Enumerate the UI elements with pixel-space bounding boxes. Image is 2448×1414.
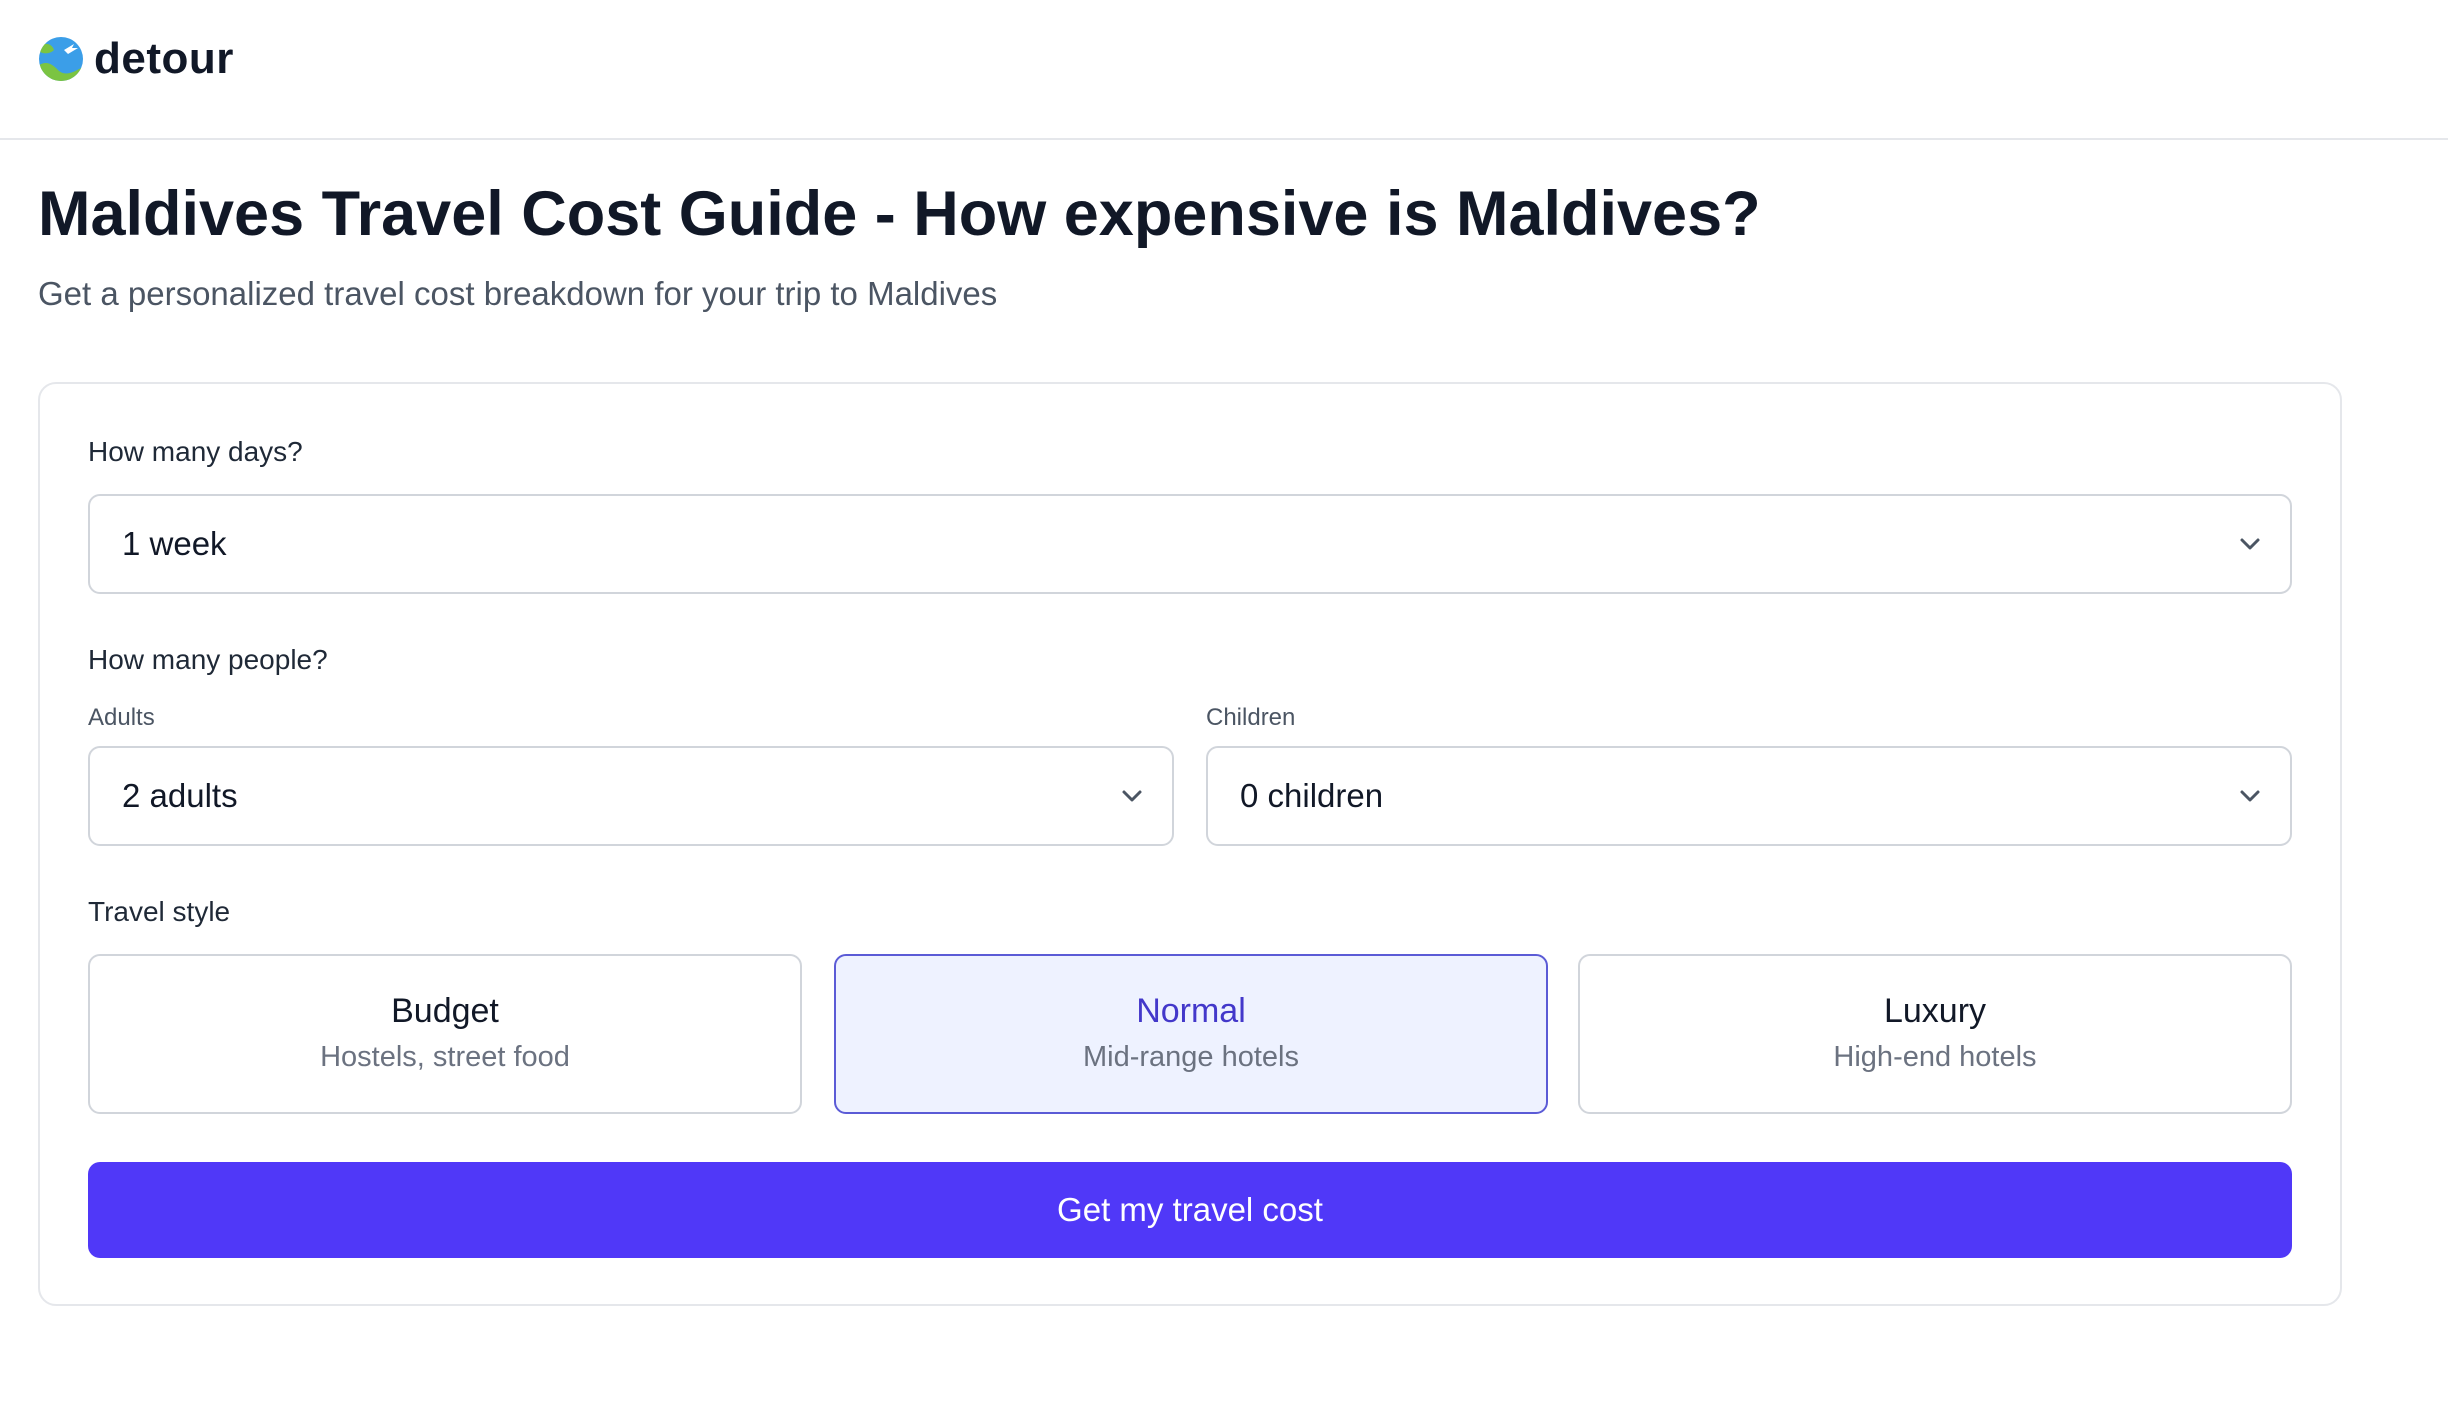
- days-label: How many days?: [88, 436, 303, 467]
- get-travel-cost-button[interactable]: Get my travel cost: [88, 1162, 2292, 1258]
- travel-style-description: Mid-range hotels: [1083, 1041, 1299, 1073]
- brand-name: detour: [94, 34, 234, 83]
- page-title: Maldives Travel Cost Guide - How expensi…: [38, 179, 1761, 249]
- travel-style-luxury[interactable]: Luxury High-end hotels: [1578, 954, 2292, 1114]
- chevron-down-icon: [1122, 790, 1142, 802]
- days-select[interactable]: 1 week: [88, 494, 2292, 594]
- children-label: Children: [1206, 704, 1296, 731]
- chevron-down-icon: [2240, 538, 2260, 550]
- adults-select[interactable]: 2 adults: [88, 746, 1174, 846]
- site-header: detour: [0, 0, 2448, 140]
- adults-label: Adults: [88, 704, 155, 731]
- page-subtitle: Get a personalized travel cost breakdown…: [38, 275, 998, 312]
- travel-style-description: Hostels, street food: [320, 1041, 570, 1073]
- travel-style-name: Luxury: [1883, 992, 1987, 1030]
- adults-select-value: 2 adults: [122, 777, 238, 814]
- travel-style-normal[interactable]: Normal Mid-range hotels: [834, 954, 1548, 1114]
- detour-logo[interactable]: detour: [38, 36, 234, 82]
- chevron-down-icon: [2240, 790, 2260, 802]
- travel-style-label: Travel style: [88, 896, 231, 927]
- travel-style-name: Budget: [391, 992, 499, 1030]
- people-label: How many people?: [88, 644, 328, 675]
- travel-style-budget[interactable]: Budget Hostels, street food: [88, 954, 802, 1114]
- days-select-value: 1 week: [122, 525, 227, 562]
- travel-cost-form: How many days? 1 week How many people? A…: [38, 382, 2342, 1306]
- children-select-value: 0 children: [1240, 777, 1384, 814]
- travel-style-description: High-end hotels: [1833, 1041, 2037, 1073]
- travel-style-name: Normal: [1136, 992, 1246, 1030]
- children-select[interactable]: 0 children: [1206, 746, 2292, 846]
- globe-icon: [39, 37, 83, 81]
